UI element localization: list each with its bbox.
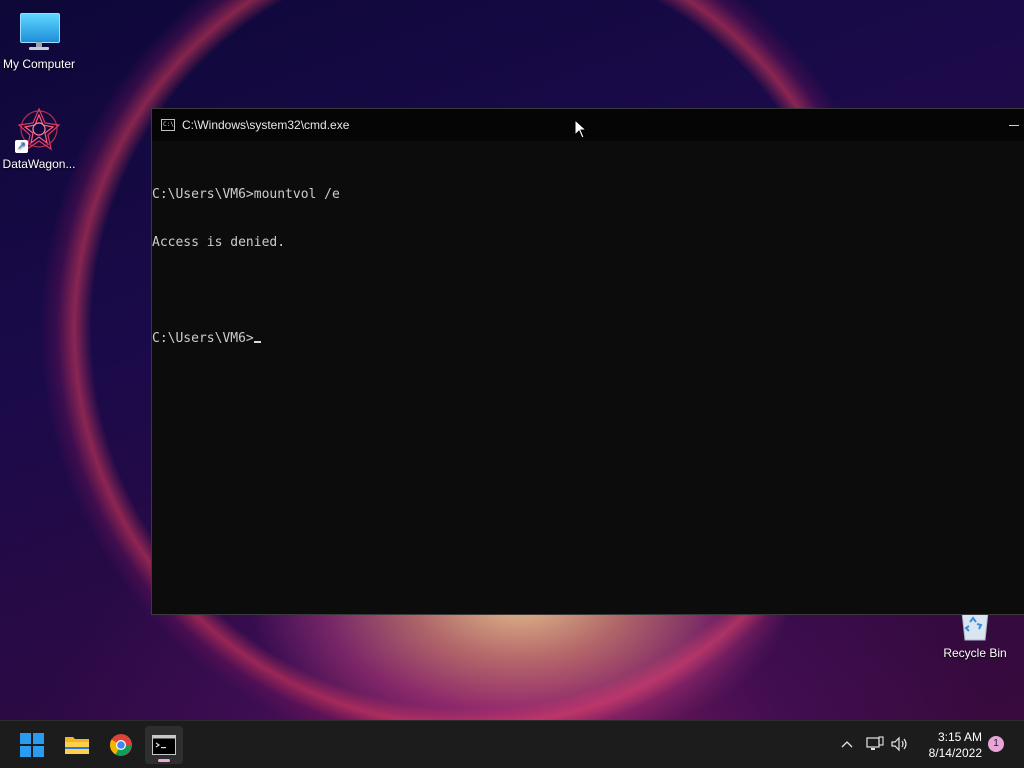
minimize-button[interactable] bbox=[1004, 109, 1024, 141]
minimize-icon bbox=[1009, 124, 1019, 126]
console-prompt: C:\Users\VM6> bbox=[152, 331, 254, 346]
console-line: Access is denied. bbox=[152, 235, 286, 250]
speaker-icon bbox=[891, 736, 907, 752]
chrome-button[interactable] bbox=[102, 726, 140, 764]
network-icon bbox=[866, 736, 884, 750]
cmd-app-icon: C:\ bbox=[161, 119, 175, 131]
network-tray-button[interactable] bbox=[866, 735, 884, 753]
cmd-window[interactable]: C:\ C:\Windows\system32\cmd.exe C:\Users… bbox=[151, 108, 1024, 615]
terminal-icon bbox=[152, 735, 176, 755]
mouse-pointer-icon bbox=[574, 119, 588, 139]
windows-logo-icon bbox=[20, 733, 44, 757]
chevron-up-icon bbox=[841, 741, 853, 748]
notification-badge[interactable]: 1 bbox=[988, 736, 1004, 752]
start-button[interactable] bbox=[13, 726, 51, 764]
cmd-titlebar[interactable]: C:\ C:\Windows\system32\cmd.exe bbox=[152, 109, 1024, 141]
cmd-console[interactable]: C:\Users\VM6>mountvol /e Access is denie… bbox=[152, 141, 1024, 379]
active-app-indicator bbox=[158, 759, 170, 762]
datawagon-icon: ↗ bbox=[15, 105, 63, 153]
command-prompt-taskbar-button[interactable] bbox=[145, 726, 183, 764]
shortcut-arrow-icon: ↗ bbox=[15, 140, 28, 153]
volume-tray-button[interactable] bbox=[891, 735, 909, 753]
console-prompt-line: C:\Users\VM6> bbox=[152, 331, 1024, 347]
file-explorer-button[interactable] bbox=[58, 726, 96, 764]
desktop-icon-label: DataWagon... bbox=[2, 157, 76, 171]
desktop-icon-label: Recycle Bin bbox=[943, 646, 1007, 660]
text-cursor bbox=[253, 341, 261, 343]
desktop-icon-my-computer[interactable]: My Computer bbox=[0, 11, 79, 71]
desktop-icon-label: My Computer bbox=[2, 57, 76, 71]
desktop-icon-datawagon[interactable]: ↗ DataWagon... bbox=[0, 105, 79, 171]
folder-icon bbox=[65, 737, 89, 754]
show-hidden-icons-button[interactable] bbox=[838, 735, 856, 753]
clock-date: 8/14/2022 bbox=[928, 746, 982, 760]
taskbar: 3:15 AM 8/14/2022 1 bbox=[0, 720, 1024, 768]
computer-icon bbox=[18, 11, 60, 53]
console-line: C:\Users\VM6>mountvol /e bbox=[152, 187, 340, 202]
recycle-bin-icon bbox=[958, 611, 992, 642]
cmd-window-title: C:\Windows\system32\cmd.exe bbox=[182, 118, 350, 132]
chrome-icon bbox=[110, 734, 132, 756]
desktop-icon-recycle-bin[interactable]: Recycle Bin bbox=[935, 611, 1015, 660]
taskbar-clock[interactable]: 3:15 AM 8/14/2022 bbox=[916, 729, 982, 761]
clock-time: 3:15 AM bbox=[937, 730, 982, 744]
